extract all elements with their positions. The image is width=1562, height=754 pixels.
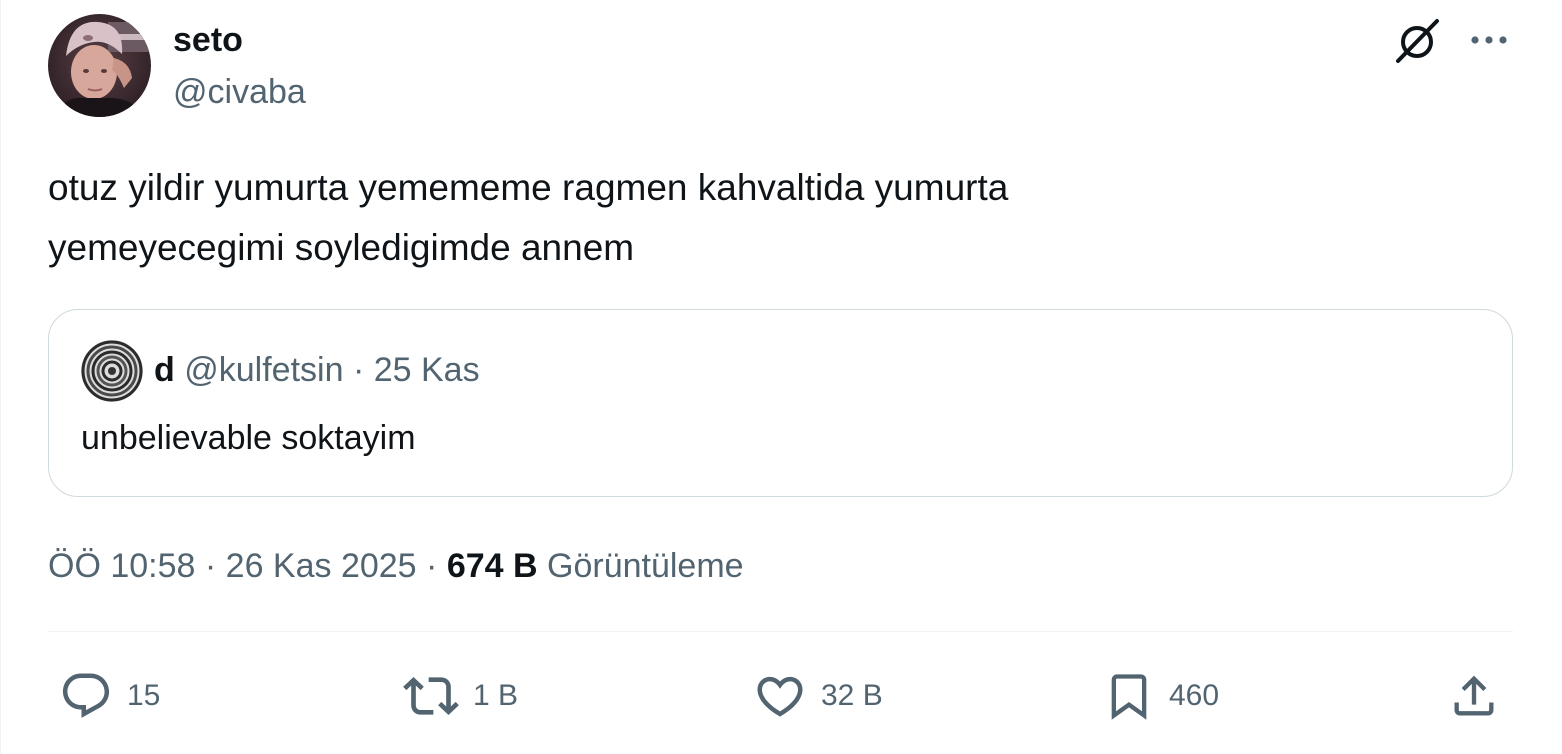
author-handle[interactable]: @civaba bbox=[173, 71, 306, 113]
quoted-tweet[interactable]: d @kulfetsin · 25 Kas unbelievable sokta… bbox=[48, 309, 1513, 497]
meta-separator: · bbox=[426, 547, 438, 585]
like-button[interactable]: 32 B bbox=[753, 668, 883, 724]
like-count: 32 B bbox=[821, 679, 883, 712]
heart-icon bbox=[757, 676, 803, 717]
views-label: Görüntüleme bbox=[547, 547, 744, 585]
repost-button[interactable]: 1 B bbox=[403, 668, 518, 724]
repost-icon bbox=[403, 677, 459, 715]
tweet-meta: ÖÖ 10:58 · 26 Kas 2025 · 674 B Görüntüle… bbox=[48, 543, 744, 589]
meta-separator: · bbox=[204, 547, 217, 585]
quote-text: unbelievable soktayim bbox=[81, 419, 416, 457]
quote-avatar[interactable] bbox=[81, 340, 143, 402]
tweet-card[interactable]: seto @civaba otuz yildir yumurta yememem… bbox=[0, 0, 1562, 754]
quote-author-name[interactable]: d bbox=[154, 351, 175, 389]
author-name[interactable]: seto bbox=[173, 19, 243, 61]
share-button[interactable] bbox=[1448, 668, 1500, 724]
repost-count: 1 B bbox=[473, 679, 519, 712]
share-icon bbox=[1454, 675, 1494, 716]
bookmark-button[interactable]: 460 bbox=[1103, 668, 1219, 724]
tweet-text: otuz yildir yumurta yemememe ragmen kahv… bbox=[48, 167, 1009, 268]
quote-date[interactable]: 25 Kas bbox=[374, 351, 480, 389]
grok-icon[interactable] bbox=[1393, 16, 1443, 66]
quote-separator: · bbox=[352, 351, 365, 389]
quote-author-handle[interactable]: @kulfetsin bbox=[184, 351, 343, 389]
tweet-date[interactable]: 26 Kas 2025 bbox=[226, 547, 417, 585]
quote-header: d @kulfetsin · 25 Kas bbox=[154, 349, 480, 391]
bookmark-count: 460 bbox=[1169, 679, 1220, 712]
more-icon[interactable] bbox=[1467, 22, 1511, 58]
tweet-time[interactable]: ÖÖ 10:58 bbox=[48, 547, 195, 585]
reply-icon bbox=[62, 673, 110, 718]
author-avatar[interactable] bbox=[48, 14, 151, 117]
divider bbox=[48, 631, 1513, 632]
views-count: 674 B bbox=[446, 547, 538, 585]
bookmark-icon bbox=[1111, 674, 1147, 720]
reply-button[interactable]: 15 bbox=[59, 668, 160, 724]
reply-count: 15 bbox=[127, 679, 161, 712]
